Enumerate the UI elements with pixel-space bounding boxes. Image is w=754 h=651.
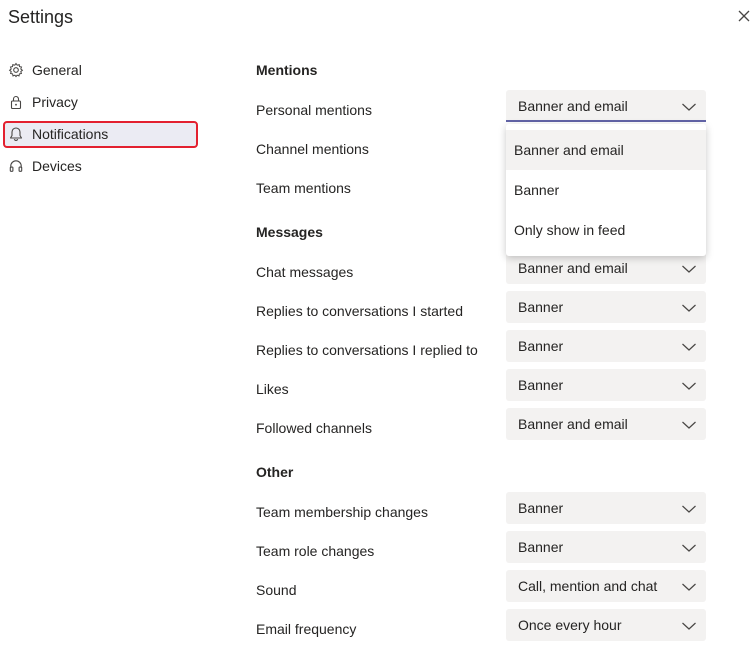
dropdown-option-banner-and-email[interactable]: Banner and email	[506, 130, 706, 170]
sound-select[interactable]: Call, mention and chat	[506, 570, 706, 602]
select-value: Banner	[518, 338, 564, 354]
sidebar-item-devices[interactable]: Devices	[8, 154, 198, 178]
chevron-down-icon	[681, 580, 697, 592]
select-value: Banner	[518, 377, 564, 393]
chevron-down-icon	[681, 619, 697, 631]
replies-replied-select[interactable]: Banner	[506, 330, 706, 362]
personal-mentions-label: Personal mentions	[256, 102, 372, 118]
chevron-down-icon	[681, 100, 697, 112]
sidebar-item-general[interactable]: General	[8, 58, 198, 82]
team-role-select[interactable]: Banner	[506, 531, 706, 563]
select-value: Banner and email	[518, 260, 628, 276]
select-value: Banner	[518, 500, 564, 516]
team-mentions-label: Team mentions	[256, 180, 351, 196]
sidebar-item-label: Notifications	[32, 126, 109, 142]
lock-icon	[8, 94, 24, 110]
chat-messages-select[interactable]: Banner and email	[506, 252, 706, 284]
bell-icon	[8, 126, 24, 142]
sidebar-item-notifications[interactable]: Notifications	[8, 122, 198, 146]
chevron-down-icon	[681, 418, 697, 430]
chevron-down-icon	[681, 502, 697, 514]
followed-channels-select[interactable]: Banner and email	[506, 408, 706, 440]
team-membership-select[interactable]: Banner	[506, 492, 706, 524]
followed-channels-label: Followed channels	[256, 420, 372, 436]
email-frequency-select[interactable]: Once every hour	[506, 609, 706, 641]
team-role-label: Team role changes	[256, 543, 375, 559]
email-frequency-label: Email frequency	[256, 621, 357, 637]
select-value: Banner	[518, 539, 564, 555]
chevron-down-icon	[681, 379, 697, 391]
section-heading-other: Other	[256, 464, 294, 480]
replies-replied-label: Replies to conversations I replied to	[256, 342, 478, 358]
team-membership-label: Team membership changes	[256, 504, 428, 520]
sidebar-item-label: Privacy	[32, 94, 78, 110]
sidebar-item-label: Devices	[32, 158, 82, 174]
sidebar-item-privacy[interactable]: Privacy	[8, 90, 198, 114]
select-value: Banner and email	[518, 416, 628, 432]
likes-select[interactable]: Banner	[506, 369, 706, 401]
dropdown-option-only-show-in-feed[interactable]: Only show in feed	[506, 210, 706, 250]
select-value: Banner	[518, 299, 564, 315]
select-value: Once every hour	[518, 617, 622, 633]
chevron-down-icon	[681, 340, 697, 352]
close-icon[interactable]	[736, 8, 752, 24]
chevron-down-icon	[681, 262, 697, 274]
channel-mentions-label: Channel mentions	[256, 141, 369, 157]
sidebar-item-label: General	[32, 62, 82, 78]
chevron-down-icon	[681, 541, 697, 553]
select-value: Call, mention and chat	[518, 578, 658, 594]
section-heading-mentions: Mentions	[256, 62, 318, 78]
select-value: Banner and email	[518, 98, 628, 114]
gear-icon	[8, 62, 24, 78]
personal-mentions-dropdown: Banner and email Banner Only show in fee…	[506, 124, 706, 256]
replies-started-select[interactable]: Banner	[506, 291, 706, 323]
dropdown-option-banner[interactable]: Banner	[506, 170, 706, 210]
dialog-title: Settings	[8, 7, 74, 27]
headset-icon	[8, 158, 24, 174]
chat-messages-label: Chat messages	[256, 264, 354, 280]
replies-started-label: Replies to conversations I started	[256, 303, 463, 319]
chevron-down-icon	[681, 301, 697, 313]
likes-label: Likes	[256, 381, 289, 397]
sound-label: Sound	[256, 582, 297, 598]
section-heading-messages: Messages	[256, 224, 323, 240]
personal-mentions-select[interactable]: Banner and email	[506, 90, 706, 122]
